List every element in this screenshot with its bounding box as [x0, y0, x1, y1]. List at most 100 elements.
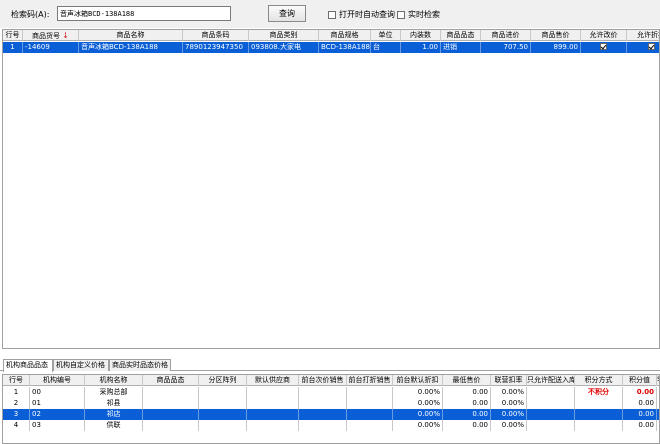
- cell-points: 0.00: [623, 387, 657, 398]
- cell-org-name: 祁县: [85, 398, 143, 409]
- cell-min-price: 0.00: [443, 387, 491, 398]
- cell-barcode: 7890123947350: [183, 42, 249, 53]
- table-row[interactable]: 2 01 祁县 0.00% 0.00 0.00% 0.00: [3, 398, 659, 409]
- col-header-name[interactable]: 商品名称: [79, 30, 183, 41]
- org-grid-header: 行号 机构编号 机构名称 商品品态 分区阵列 默认供应商 前台次价销售 前台打折…: [3, 375, 659, 386]
- checkbox-icon[interactable]: [397, 10, 405, 19]
- cell-min-price: 0.00: [443, 420, 491, 431]
- col-header-sale-price[interactable]: 商品售价: [531, 30, 581, 41]
- cell-discount-sale: [347, 420, 393, 431]
- cell-product-state: [143, 398, 199, 409]
- col-header-unit[interactable]: 单位: [371, 30, 401, 41]
- col-header-row-no[interactable]: 行号: [3, 375, 30, 386]
- cell-joint-rate: 0.00%: [491, 409, 527, 420]
- cell-discount-sale: [347, 409, 393, 420]
- col-header-discount-sale[interactable]: 前台打折销售: [347, 375, 393, 386]
- table-row[interactable]: 1 00 采购总部 0.00% 0.00 0.00% 不积分 0.00: [3, 387, 659, 398]
- col-header-allow-discount[interactable]: 允许折扣: [627, 30, 659, 41]
- col-header-pack-qty[interactable]: 内装数: [401, 30, 441, 41]
- search-input[interactable]: 音声冰箱BCD-138A188: [57, 6, 231, 21]
- col-header-min-price[interactable]: 最低售价: [443, 375, 491, 386]
- cell-discount-sale: [347, 387, 393, 398]
- cell-default-discount: 0.00%: [393, 420, 443, 431]
- table-row[interactable]: 1 -14609 音声冰箱BCD-138A188 7890123947350 0…: [3, 42, 659, 53]
- col-header-code[interactable]: 商品货号 ↓: [23, 30, 79, 41]
- col-header-spec[interactable]: 商品规格: [319, 30, 371, 41]
- col-header-default-supplier[interactable]: 默认供应商: [247, 375, 299, 386]
- cell-points: 0.00: [623, 409, 657, 420]
- detail-tabs: 机构商品品态 机构自定义价格 商品实时品态价格: [0, 359, 660, 372]
- cell-points-mode: [575, 409, 623, 420]
- cell-secondary-price-sale: [299, 387, 347, 398]
- cell-points-mode: 不积分: [575, 387, 623, 398]
- col-header-product-state[interactable]: 商品品态: [143, 375, 199, 386]
- col-header-secondary-price-sale[interactable]: 前台次价销售: [299, 375, 347, 386]
- tab-org-custom-price[interactable]: 机构自定义价格: [53, 359, 109, 371]
- cell-zone: [199, 420, 247, 431]
- cell-secondary-price-sale: [299, 398, 347, 409]
- product-grid-header: 行号 商品货号 ↓ 商品名称 商品条码 商品类别 商品规格 单位 内装数 商品品…: [3, 30, 659, 41]
- col-header-purchase-price[interactable]: 商品进价: [481, 30, 531, 41]
- tab-org-product-state[interactable]: 机构商品品态: [3, 359, 53, 372]
- cell-zone: [199, 387, 247, 398]
- cell-org-code: 01: [30, 398, 85, 409]
- cell-min-price: 0.00: [443, 398, 491, 409]
- col-header-row-no[interactable]: 行号: [3, 30, 23, 41]
- org-grid: 行号 机构编号 机构名称 商品品态 分区阵列 默认供应商 前台次价销售 前台打折…: [2, 374, 660, 444]
- col-header-category[interactable]: 商品类别: [249, 30, 319, 41]
- cell-row-no: 4: [3, 420, 30, 431]
- sort-down-icon: ↓: [62, 31, 69, 40]
- cell-unit: 台: [371, 42, 401, 53]
- cell-default-supplier: [247, 387, 299, 398]
- cell-points-mode: [575, 420, 623, 431]
- col-header-default-discount[interactable]: 前台默认折扣: [393, 375, 443, 386]
- col-header-barcode[interactable]: 商品条码: [183, 30, 249, 41]
- cell-state: 进销: [441, 42, 481, 53]
- cell-org-code: 02: [30, 409, 85, 420]
- col-header-delivery-only[interactable]: 只允许配送入库: [527, 375, 575, 386]
- cell-org-name: 祁店: [85, 409, 143, 420]
- cell-category: 093808.大家电: [249, 42, 319, 53]
- cell-allow-price-change: [581, 42, 627, 53]
- table-row[interactable]: 4 03 供联 0.00% 0.00 0.00% 0.00: [3, 420, 659, 431]
- cell-allow-discount: [627, 42, 659, 53]
- cell-points: 0.00: [623, 420, 657, 431]
- cell-sale-price: 899.00: [531, 42, 581, 53]
- col-header-org-name[interactable]: 机构名称: [85, 375, 143, 386]
- cell-default-supplier: [247, 409, 299, 420]
- query-button[interactable]: 查询: [268, 5, 306, 22]
- cell-org-code: 00: [30, 387, 85, 398]
- cell-row-no: 1: [3, 42, 23, 53]
- cell-zone: [199, 409, 247, 420]
- cell-delivery-only: [527, 387, 575, 398]
- col-header-zone[interactable]: 分区阵列: [199, 375, 247, 386]
- cell-row-no: 1: [3, 387, 30, 398]
- tab-realtime-state-price[interactable]: 商品实时品态价格: [109, 359, 171, 371]
- cell-points-mode: [575, 398, 623, 409]
- cell-default-supplier: [247, 398, 299, 409]
- checkbox-icon[interactable]: [328, 10, 336, 19]
- col-header-points[interactable]: 积分值: [623, 375, 657, 386]
- cell-product-state: [143, 409, 199, 420]
- cell-product-state: [143, 420, 199, 431]
- cell-delivery-only: [527, 420, 575, 431]
- col-header-allow-price-change[interactable]: 允许改价: [581, 30, 627, 41]
- allow-discount-checkbox[interactable]: [647, 42, 655, 50]
- cell-points: 0.00: [623, 398, 657, 409]
- col-header-state[interactable]: 商品品态: [441, 30, 481, 41]
- col-header-points-mode[interactable]: 积分方式: [575, 375, 623, 386]
- cell-delivery-only: [527, 398, 575, 409]
- cell-default-supplier: [247, 420, 299, 431]
- cell-zone: [199, 398, 247, 409]
- cell-name: 音声冰箱BCD-138A188: [79, 42, 183, 53]
- col-header-org-code[interactable]: 机构编号: [30, 375, 85, 386]
- allow-price-change-checkbox[interactable]: [600, 42, 607, 50]
- cell-purchase-price: 707.50: [481, 42, 531, 53]
- product-grid: 行号 商品货号 ↓ 商品名称 商品条码 商品类别 商品规格 单位 内装数 商品品…: [2, 29, 660, 349]
- auto-query-checkbox[interactable]: 打开时自动查询: [328, 9, 395, 20]
- table-row[interactable]: 3 02 祁店 0.00% 0.00 0.00% 0.00: [3, 409, 659, 420]
- cell-discount-sale: [347, 398, 393, 409]
- search-label: 检索码(A):: [11, 10, 50, 19]
- realtime-search-checkbox[interactable]: 实时检索: [397, 9, 440, 20]
- col-header-joint-rate[interactable]: 联营扣率: [491, 375, 527, 386]
